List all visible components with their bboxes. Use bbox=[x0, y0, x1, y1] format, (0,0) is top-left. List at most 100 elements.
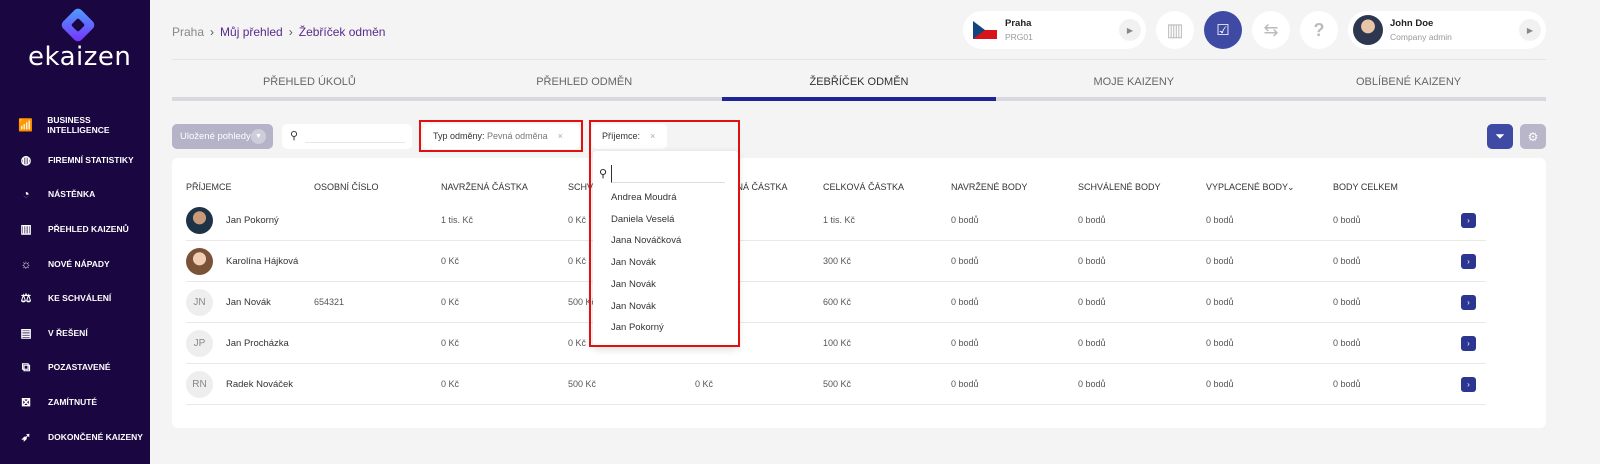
scale-icon: ⚖ bbox=[20, 291, 32, 306]
sidebar-item[interactable]: ⧉ POZASTAVENÉ bbox=[0, 350, 150, 385]
add-filter-button[interactable]: ⏷ bbox=[1487, 124, 1513, 149]
sidebar-nav: 📶 BUSINESS INTELLIGENCE ◍ FIREMNÍ STATISTIK… bbox=[0, 108, 150, 454]
gear-icon: ⚙ bbox=[1527, 129, 1539, 144]
tab-task-overview[interactable]: PŘEHLED ÚKOLŮ bbox=[172, 76, 447, 101]
sidebar-item[interactable]: ➶ DOKONČENÉ KAIZENY bbox=[0, 419, 150, 454]
table-row[interactable]: RN Radek Nováček 0 Kč 500 Kč 0 Kč 500 Kč 0 bo… bbox=[186, 364, 1486, 405]
cell-total: 600 Kč bbox=[823, 297, 852, 307]
sidebar-item-label: FIREMNÍ STATISTIKY bbox=[48, 154, 134, 165]
cell-p_pts: 0 bodů bbox=[951, 379, 979, 389]
cell-a_pts: 0 bodů bbox=[1078, 215, 1106, 225]
open-detail-button[interactable]: › bbox=[1461, 336, 1476, 351]
column-header: SCHVÁLENÉ BODY bbox=[1078, 182, 1161, 192]
table-row[interactable]: Karolína Hájková 0 Kč 0 Kč 300 Kč 0 bodů 0 bo… bbox=[186, 241, 1486, 282]
tasks-button[interactable]: ☑ bbox=[1204, 11, 1242, 49]
cell-a_pts: 0 bodů bbox=[1078, 256, 1106, 266]
open-detail-button[interactable]: › bbox=[1461, 377, 1476, 392]
settings-button[interactable]: ⚙ bbox=[1520, 124, 1546, 149]
clipboard-icon: ▤ bbox=[20, 325, 32, 340]
sidebar-item[interactable]: 📶 BUSINESS INTELLIGENCE bbox=[0, 108, 150, 143]
sidebar-item[interactable]: ◍ FIREMNÍ STATISTIKY bbox=[0, 143, 150, 178]
cell-id: 654321 bbox=[314, 297, 345, 307]
location-switcher[interactable]: Praha PRG01 ▶ bbox=[963, 11, 1146, 49]
sidebar-item[interactable]: ▥ PŘEHLED KAIZENŮ bbox=[0, 212, 150, 247]
breadcrumb-current: Žebříček odměn bbox=[298, 25, 386, 39]
tab-my-kaizens[interactable]: MOJE KAIZENY bbox=[996, 76, 1272, 101]
open-detail-button[interactable]: › bbox=[1461, 295, 1476, 310]
signpost-button[interactable]: ⇆ bbox=[1252, 11, 1290, 49]
user-menu[interactable]: John Doe Company admin ▶ bbox=[1348, 11, 1546, 49]
help-button[interactable]: ? bbox=[1300, 11, 1338, 49]
logo-mark-icon bbox=[59, 6, 97, 44]
sidebar-item-label: NÁSTĚNKA bbox=[48, 189, 96, 200]
saved-views-label: Uložené pohledy bbox=[180, 131, 251, 142]
recipient-name: Karolína Hájková bbox=[226, 256, 299, 267]
signpost-icon: ⇆ bbox=[1263, 19, 1279, 40]
breadcrumb-my-overview[interactable]: Můj přehled bbox=[220, 25, 283, 39]
reject-icon: ⊠ bbox=[20, 395, 32, 410]
sidebar-item[interactable]: ◔ NÁSTĚNKA bbox=[0, 177, 150, 212]
help-icon: ? bbox=[1313, 19, 1325, 40]
cell-p_pts: 0 bodů bbox=[951, 215, 979, 225]
sidebar-item-label: DOKONČENÉ KAIZENY bbox=[48, 431, 143, 442]
caret-right-icon[interactable]: ▶ bbox=[1519, 19, 1541, 41]
kanban-button[interactable]: ▥ bbox=[1156, 11, 1194, 49]
search-input[interactable]: ⚲ bbox=[282, 124, 412, 149]
columns-icon: ▥ bbox=[20, 222, 32, 237]
cell-approved: 0 Kč bbox=[568, 215, 587, 225]
tab-reward-leaderboard[interactable]: ŽEBŘÍČEK ODMĚN bbox=[721, 76, 997, 101]
cell-approved: 500 Kč bbox=[568, 379, 597, 389]
logo[interactable]: ekaizen bbox=[28, 6, 132, 72]
logo-text: ekaizen bbox=[28, 42, 132, 72]
cell-proposed: 0 Kč bbox=[441, 338, 460, 348]
column-header[interactable]: VYPLACENÉ BODY bbox=[1206, 182, 1288, 192]
recipient-name: Radek Nováček bbox=[226, 379, 294, 390]
open-detail-button[interactable]: › bbox=[1461, 254, 1476, 269]
table-row[interactable]: JP Jan Procházka 0 Kč 0 Kč 100 Kč 0 bodů 0 bo… bbox=[186, 323, 1486, 364]
cell-approved: 0 Kč bbox=[568, 256, 587, 266]
cell-a_pts: 0 bodů bbox=[1078, 379, 1106, 389]
sidebar-item-label: V ŘEŠENÍ bbox=[48, 327, 88, 338]
location-name: Praha bbox=[1005, 18, 1032, 29]
cell-total: 1 tis. Kč bbox=[823, 215, 856, 225]
czech-flag-icon bbox=[973, 21, 997, 39]
bulb-icon: ☼ bbox=[20, 256, 32, 271]
divider bbox=[172, 59, 1546, 60]
tab-favorite-kaizens[interactable]: OBLÍBENÉ KAIZENY bbox=[1271, 76, 1546, 101]
recipient-name: Jan Novák bbox=[226, 297, 271, 308]
caret-right-icon[interactable]: ▶ bbox=[1119, 19, 1141, 41]
avatar: JN bbox=[186, 289, 213, 316]
cell-pd_pts: 0 bodů bbox=[1206, 379, 1234, 389]
clipboard-check-icon: ☑ bbox=[1216, 22, 1230, 39]
sidebar-item-label: POZASTAVENÉ bbox=[48, 362, 111, 373]
sidebar-item[interactable]: ☼ NOVÉ NÁPADY bbox=[0, 246, 150, 281]
table-row[interactable]: Jan Pokorný 1 tis. Kč 0 Kč 1 tis. Kč 0 bodů 0… bbox=[186, 200, 1486, 241]
breadcrumb-praha[interactable]: Praha bbox=[172, 25, 204, 39]
cell-pd_pts: 0 bodů bbox=[1206, 256, 1234, 266]
column-header: CELKOVÁ ČÁSTKA bbox=[823, 182, 905, 192]
avatar bbox=[186, 248, 213, 275]
breadcrumb: Praha › Můj přehled › Žebříček odměn bbox=[172, 25, 385, 39]
saved-views-button[interactable]: Uložené pohledy ▼ bbox=[172, 124, 273, 149]
column-header: PŘÍJEMCE bbox=[186, 182, 232, 192]
open-detail-button[interactable]: › bbox=[1461, 213, 1476, 228]
column-header: NAVRŽENÁ ČÁSTKA bbox=[441, 182, 528, 192]
cell-p_pts: 0 bodů bbox=[951, 297, 979, 307]
column-header: OSOBNÍ ČÍSLO bbox=[314, 182, 379, 192]
sidebar-item-label: PŘEHLED KAIZENŮ bbox=[48, 224, 129, 235]
user-name: John Doe bbox=[1390, 18, 1434, 29]
sidebar-item[interactable]: ▤ V ŘEŠENÍ bbox=[0, 316, 150, 351]
sidebar-item-label: ZAMÍTNUTÉ bbox=[48, 397, 98, 408]
rocket-icon: ➶ bbox=[20, 429, 32, 444]
columns-icon: ▥ bbox=[1166, 19, 1184, 40]
sidebar-item[interactable]: ⚖ KE SCHVÁLENÍ bbox=[0, 281, 150, 316]
sort-desc-icon[interactable]: ⌄ bbox=[1287, 182, 1295, 193]
cell-pd_pts: 0 bodů bbox=[1206, 215, 1234, 225]
table-row[interactable]: JN Jan Novák 654321 0 Kč 500 Kč 600 Kč 0 bodů… bbox=[186, 282, 1486, 323]
chevron-right-icon: › bbox=[210, 25, 215, 39]
cell-proposed: 0 Kč bbox=[441, 297, 460, 307]
tab-reward-overview[interactable]: PŘEHLED ODMĚN bbox=[446, 76, 722, 101]
sidebar-item[interactable]: ⊠ ZAMÍTNUTÉ bbox=[0, 385, 150, 420]
cell-approved: 0 Kč bbox=[568, 338, 587, 348]
recipient-name: Jan Pokorný bbox=[226, 215, 279, 226]
